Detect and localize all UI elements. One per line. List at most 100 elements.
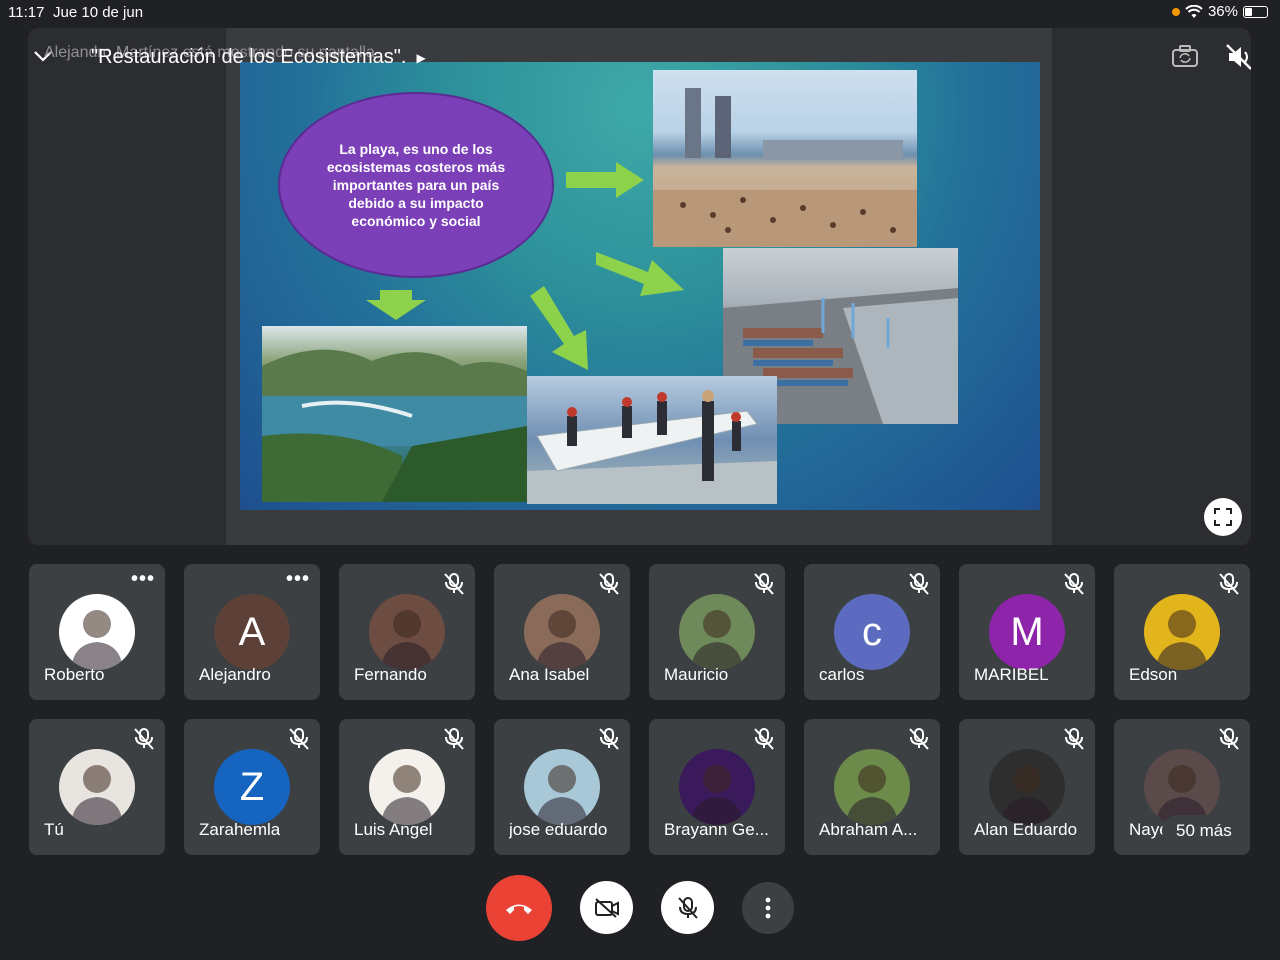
muted-mic-icon — [753, 727, 775, 756]
arrow-diagonal-lower — [530, 286, 588, 370]
participant-name: Zarahemla — [199, 820, 281, 839]
participant-tile[interactable]: jose eduardo — [494, 719, 630, 855]
participant-tile[interactable]: Tú — [29, 719, 165, 855]
participant-tile[interactable]: Abraham A... — [804, 719, 940, 855]
mic-off-icon — [677, 896, 698, 919]
more-vert-icon — [765, 897, 771, 919]
participant-name: Brayann Ge... — [664, 820, 769, 839]
presentation-stage: La playa, es uno de los ecosistemas cost… — [28, 28, 1251, 545]
muted-mic-icon — [443, 727, 465, 756]
participant-name: Ana Isabel — [509, 665, 590, 684]
participant-tile[interactable]: Ana Isabel — [494, 564, 630, 700]
avatar — [59, 749, 135, 825]
participant-name: Abraham A... — [819, 820, 918, 839]
presentation-title-text: "Restauración de los Ecosistemas". — [91, 46, 407, 68]
avatar — [369, 749, 445, 825]
fishermen-photo — [527, 376, 777, 504]
more-options-button[interactable] — [742, 882, 794, 934]
more-horiz-icon[interactable]: ••• — [286, 568, 310, 591]
muted-mic-icon — [908, 727, 930, 756]
slide-bubble: La playa, es uno de los ecosistemas cost… — [278, 92, 554, 278]
avatar — [679, 594, 755, 670]
avatar — [1144, 749, 1220, 825]
muted-mic-icon — [1063, 727, 1085, 756]
bay-photo — [262, 326, 527, 502]
participant-tile[interactable]: Roberto ••• — [29, 564, 165, 700]
camera-off-icon — [594, 897, 619, 918]
avatar — [834, 749, 910, 825]
arrow-diagonal-upper — [596, 252, 684, 296]
avatar-letter: Z — [239, 764, 265, 809]
end-call-button[interactable] — [486, 875, 552, 941]
participant-tile[interactable]: Edson — [1114, 564, 1250, 700]
participant-name: Alan Eduardo — [974, 820, 1078, 839]
avatar — [989, 749, 1065, 825]
status-bar: 11:17 Jue 10 de jun 36% — [0, 0, 1280, 24]
participant-name: MARIBEL — [974, 665, 1049, 684]
fullscreen-icon — [1214, 508, 1232, 526]
battery-icon — [1243, 5, 1268, 18]
date: Jue 10 de jun — [53, 4, 144, 21]
participant-tile[interactable]: Alan Eduardo — [959, 719, 1095, 855]
participant-name: Luis Angel — [354, 820, 433, 839]
muted-mic-icon — [1218, 727, 1240, 756]
presentation-title[interactable]: "Restauración de los Ecosistemas". ▶ — [91, 46, 426, 69]
avatar: Z — [214, 749, 290, 825]
participant-name: jose eduardo — [509, 820, 608, 839]
more-participants-badge[interactable]: 50 más — [1162, 815, 1246, 847]
avatar — [1144, 594, 1220, 670]
participant-tile[interactable]: A Alejandro ••• — [184, 564, 320, 700]
participant-name: Edson — [1129, 665, 1178, 684]
participant-name: Fernando — [354, 665, 427, 684]
participant-name: Tú — [44, 820, 64, 839]
participant-name: Mauricio — [664, 665, 729, 684]
avatar: M — [989, 594, 1065, 670]
avatar-letter: M — [1010, 609, 1044, 654]
muted-mic-icon — [288, 727, 310, 756]
mic-in-use-indicator — [1171, 7, 1180, 16]
arrow-down — [366, 290, 426, 320]
switch-camera-icon[interactable] — [1171, 44, 1199, 68]
wifi-icon — [1185, 4, 1203, 18]
participant-name: Alejandro — [199, 665, 271, 684]
slide: La playa, es uno de los ecosistemas cost… — [240, 62, 1040, 510]
avatar — [679, 749, 755, 825]
muted-mic-icon — [598, 572, 620, 601]
muted-mic-icon — [1063, 572, 1085, 601]
slide-text: La playa, es uno de los ecosistemas cost… — [326, 141, 506, 229]
avatar — [369, 594, 445, 670]
participant-name: carlos — [819, 665, 865, 684]
beach-photo — [653, 70, 917, 247]
status-icons: 36% — [1171, 3, 1268, 20]
muted-mic-icon — [908, 572, 930, 601]
presentation-header: Alejandro Martínez está mostrando su pan… — [28, 42, 928, 72]
fullscreen-button[interactable] — [1204, 498, 1242, 536]
mic-toggle-button[interactable] — [661, 881, 714, 934]
avatar: A — [214, 594, 290, 670]
phone-hangup-icon — [506, 904, 532, 914]
avatar-letter: c — [862, 609, 882, 654]
camera-toggle-button[interactable] — [580, 881, 633, 934]
avatar — [59, 594, 135, 670]
participant-tile[interactable]: Mauricio — [649, 564, 785, 700]
muted-mic-icon — [598, 727, 620, 756]
participant-tile[interactable]: Z Zarahemla — [184, 719, 320, 855]
participant-tile[interactable]: Fernando — [339, 564, 475, 700]
muted-mic-icon — [753, 572, 775, 601]
avatar: c — [834, 594, 910, 670]
participant-name: Roberto — [44, 665, 105, 684]
speaker-off-icon[interactable] — [1223, 42, 1251, 72]
avatar — [524, 749, 600, 825]
participant-tile[interactable]: c carlos — [804, 564, 940, 700]
more-horiz-icon[interactable]: ••• — [131, 568, 155, 591]
arrow-right — [566, 162, 644, 198]
muted-mic-icon — [443, 572, 465, 601]
participant-tile[interactable]: Brayann Ge... — [649, 719, 785, 855]
play-triangle-icon: ▶ — [416, 50, 426, 65]
participant-tile[interactable]: M MARIBEL — [959, 564, 1095, 700]
participant-tile[interactable]: Luis Angel — [339, 719, 475, 855]
avatar — [524, 594, 600, 670]
muted-mic-icon — [133, 727, 155, 756]
muted-mic-icon — [1218, 572, 1240, 601]
avatar-letter: A — [238, 609, 266, 654]
